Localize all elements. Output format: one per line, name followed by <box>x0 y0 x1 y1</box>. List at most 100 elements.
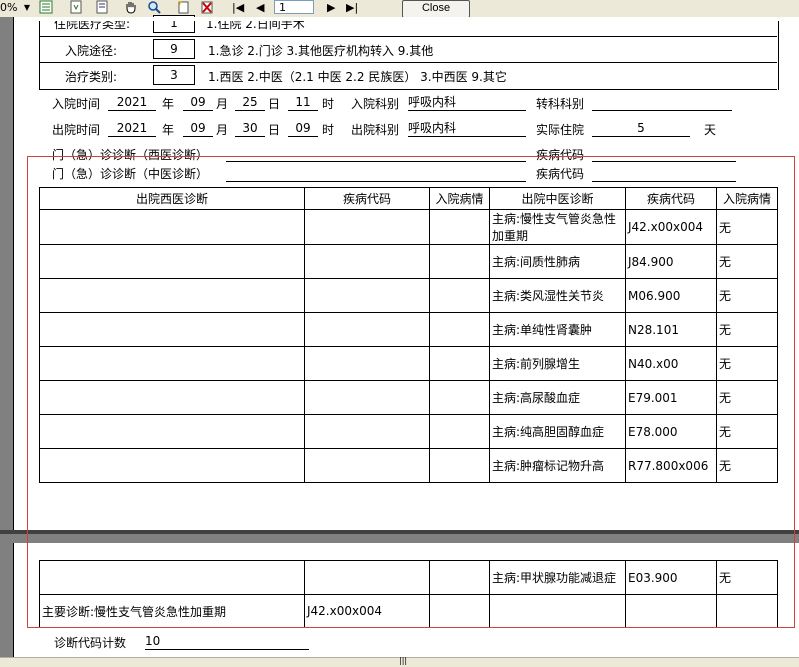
western-code-cell <box>304 448 430 483</box>
er-tcm-code-label: 疾病代码 <box>536 167 585 181</box>
condition-cell: 无 <box>716 278 778 313</box>
zoom-dropdown-icon[interactable]: ▼ <box>19 0 35 16</box>
admit-hour: 11 <box>288 95 318 111</box>
western-diag-cell <box>39 209 305 245</box>
western-condition-cell <box>429 346 490 381</box>
diagnosis-table-continued: 主病:甲状腺功能减退症 E03.900 无 主要诊断:慢性支气管炎急性加重期 J… <box>39 560 778 628</box>
diagnosis-table: 出院西医诊断 疾病代码 入院病情 出院中医诊断 疾病代码 入院病情 主病:慢性支… <box>39 187 778 483</box>
code-count-label: 诊断代码计数 <box>54 636 127 650</box>
close-button[interactable]: Close <box>402 0 470 18</box>
page-left-border <box>13 543 14 657</box>
western-code-cell <box>304 380 430 415</box>
western-code-cell <box>304 278 430 313</box>
page-left-border <box>13 17 14 530</box>
admission-route-options: 1.急诊 2.门诊 3.其他医疗机构转入 9.其他 <box>208 44 434 58</box>
condition-cell: 无 <box>716 244 778 279</box>
hour-unit: 时 <box>322 97 335 111</box>
tcm-diag-cell: 主病:慢性支气管炎急性加重期 <box>489 209 626 245</box>
table-row: 主病:慢性支气管炎急性加重期 J42.x00x004 无 <box>39 209 778 245</box>
treatment-type-label: 治疗类别: <box>65 70 118 84</box>
zoom-magnifier-icon[interactable] <box>146 0 162 16</box>
treatment-type-box: 3 <box>153 65 195 85</box>
admission-route-label: 入院途径: <box>65 44 118 58</box>
tcm-code-cell: N28.101 <box>625 312 717 347</box>
col-tcm-diag: 出院中医诊断 <box>489 187 626 210</box>
admit-year: 2021 <box>108 95 156 111</box>
western-diag-cell <box>39 380 305 415</box>
western-diag-cell <box>39 414 305 449</box>
western-code-cell <box>304 346 430 381</box>
condition-cell: 无 <box>716 346 778 381</box>
condition-cell: 无 <box>716 312 778 347</box>
er-tcm-code-value <box>592 166 736 182</box>
zoom-level[interactable]: 0% <box>0 0 17 16</box>
table-header-row: 出院西医诊断 疾病代码 入院病情 出院中医诊断 疾病代码 入院病情 <box>39 187 778 210</box>
western-code-cell <box>304 244 430 279</box>
day-unit: 日 <box>268 97 281 111</box>
tcm-diag-cell: 主病:甲状腺功能减退症 <box>489 560 626 595</box>
table-row: 主病:单纯性肾囊肿 N28.101 无 <box>39 312 778 347</box>
western-diag-cell <box>39 312 305 347</box>
year-unit: 年 <box>162 97 175 111</box>
prev-page-button[interactable]: ◀ <box>256 0 264 16</box>
scrollbar-grip-icon[interactable]: ||| <box>399 656 407 665</box>
new-document-icon[interactable] <box>175 0 191 16</box>
table-row: 主病:间质性肺病 J84.900 无 <box>39 244 778 279</box>
tcm-diag-cell: 主病:高尿酸血症 <box>489 380 626 415</box>
divider <box>39 89 777 90</box>
western-condition-cell <box>429 448 490 483</box>
code-count-value: 10 <box>145 634 309 650</box>
print-icon[interactable] <box>38 0 54 16</box>
admit-dept-label: 入院科别 <box>351 97 400 111</box>
condition-cell: 无 <box>716 414 778 449</box>
page-number-input[interactable]: 1 <box>274 0 314 14</box>
tcm-code-cell: E78.000 <box>625 414 717 449</box>
tcm-code-cell: M06.900 <box>625 278 717 313</box>
er-western-code-value <box>592 146 736 162</box>
divider <box>39 36 777 37</box>
western-code-cell <box>304 209 430 245</box>
last-page-button[interactable]: ▶| <box>346 0 358 16</box>
er-tcm-diag-value <box>226 166 526 182</box>
er-western-diag-value <box>226 146 526 162</box>
discharge-year: 2021 <box>108 121 156 137</box>
tcm-code-cell: E79.001 <box>625 380 717 415</box>
divider <box>39 62 777 63</box>
export-icon[interactable] <box>68 0 84 16</box>
condition-cell: 无 <box>716 560 778 595</box>
discharge-month: 09 <box>183 121 213 137</box>
page-break <box>0 530 799 534</box>
table-row: 主病:肿瘤标记物升高 R77.800x006 无 <box>39 448 778 483</box>
year-unit: 年 <box>162 123 175 137</box>
main-diagnosis-row: 主要诊断:慢性支气管炎急性加重期 J42.x00x004 <box>39 594 778 628</box>
western-diag-cell <box>39 448 305 483</box>
col-tcm-code: 疾病代码 <box>625 187 717 210</box>
discharge-dept-label: 出院科别 <box>351 123 400 137</box>
tcm-diag-cell: 主病:间质性肺病 <box>489 244 626 279</box>
western-diag-cell <box>39 244 305 279</box>
tcm-diag-cell: 主病:肿瘤标记物升高 <box>489 448 626 483</box>
condition-cell: 无 <box>716 448 778 483</box>
condition-cell: 无 <box>716 380 778 415</box>
tcm-code-cell: N40.x00 <box>625 346 717 381</box>
er-tcm-diag-label: 门（急）诊诊断（中医诊断） <box>52 167 209 181</box>
col-western-code: 疾病代码 <box>304 187 430 210</box>
tcm-code-cell: J84.900 <box>625 244 717 279</box>
hand-pan-icon[interactable] <box>123 0 139 16</box>
month-unit: 月 <box>216 123 229 137</box>
condition-cell: 无 <box>716 209 778 245</box>
delete-document-icon[interactable] <box>199 0 215 16</box>
admit-day: 25 <box>235 95 265 111</box>
next-page-button[interactable]: ▶ <box>327 0 335 16</box>
western-code-cell <box>304 414 430 449</box>
western-condition-cell <box>429 414 490 449</box>
page-setup-icon[interactable] <box>94 0 110 16</box>
first-page-button[interactable]: |◀ <box>232 0 244 16</box>
er-western-diag-label: 门（急）诊诊断（西医诊断） <box>52 148 209 162</box>
main-diagnosis-code-cell: J42.x00x004 <box>304 594 430 628</box>
tcm-code-cell: E03.900 <box>625 560 717 595</box>
tcm-code-cell: J42.x00x004 <box>625 209 717 245</box>
tcm-code-cell: R77.800x006 <box>625 448 717 483</box>
table-row: 主病:纯高胆固醇血症 E78.000 无 <box>39 414 778 449</box>
western-condition-cell <box>429 244 490 279</box>
